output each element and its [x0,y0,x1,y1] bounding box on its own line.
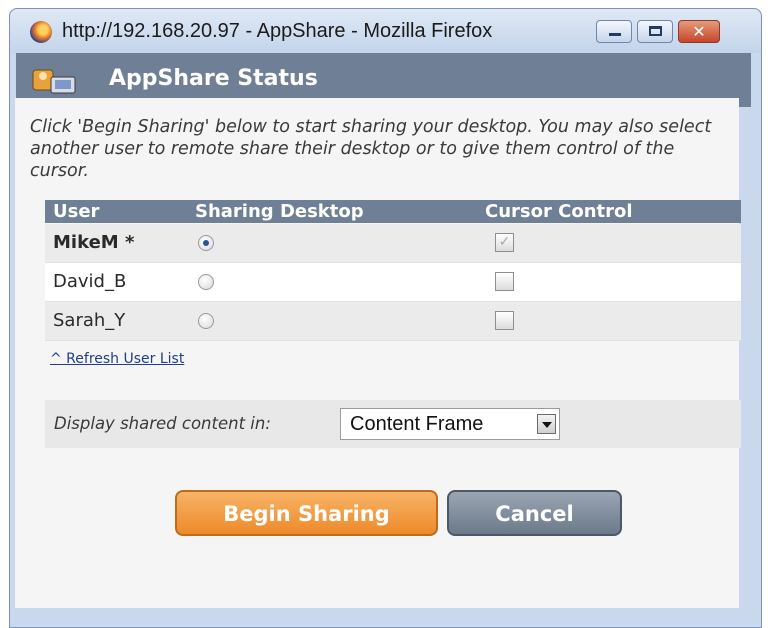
sharing-desktop-radio[interactable] [198,235,214,251]
minimize-icon [609,33,621,36]
window-title: http://192.168.20.97 - AppShare - Mozill… [62,20,493,42]
close-icon: ✕ [692,22,706,41]
close-button[interactable]: ✕ [678,20,720,43]
table-row: MikeM * ✓ [45,224,741,263]
display-select[interactable]: Content Frame [340,408,560,440]
display-select-value: Content Frame [350,413,484,435]
cancel-button[interactable]: Cancel [447,490,622,536]
maximize-button[interactable] [637,20,673,43]
user-table-header: User Sharing Desktop Cursor Control [45,200,741,223]
user-name: Sarah_Y [53,310,126,331]
table-row: David_B [45,263,741,302]
column-cursor-control: Cursor Control [485,201,633,222]
title-bar[interactable]: http://192.168.20.97 - AppShare - Mozill… [10,9,761,53]
refresh-user-list-link[interactable]: ^ Refresh User List [50,351,184,367]
display-option: Display shared content in: Content Frame [45,400,741,448]
chevron-down-icon[interactable] [537,414,556,434]
display-label: Display shared content in: [54,414,271,433]
user-name: David_B [53,271,127,292]
cursor-control-checkbox[interactable] [495,311,514,330]
table-row: Sarah_Y [45,302,741,341]
firefox-icon [30,21,52,43]
minimize-button[interactable] [596,20,632,43]
begin-sharing-button[interactable]: Begin Sharing [175,490,438,536]
intro-text: Click 'Begin Sharing' below to start sha… [30,117,712,181]
maximize-icon [649,26,662,36]
users-share-icon [32,69,76,94]
cursor-control-checkbox[interactable] [495,272,514,291]
column-sharing-desktop: Sharing Desktop [195,201,364,222]
column-user: User [53,201,100,222]
user-name: MikeM * [53,232,135,253]
page-title: AppShare Status [109,66,318,91]
sharing-desktop-radio[interactable] [198,313,214,329]
sharing-desktop-radio[interactable] [198,274,214,290]
cursor-control-checkbox: ✓ [495,233,514,252]
